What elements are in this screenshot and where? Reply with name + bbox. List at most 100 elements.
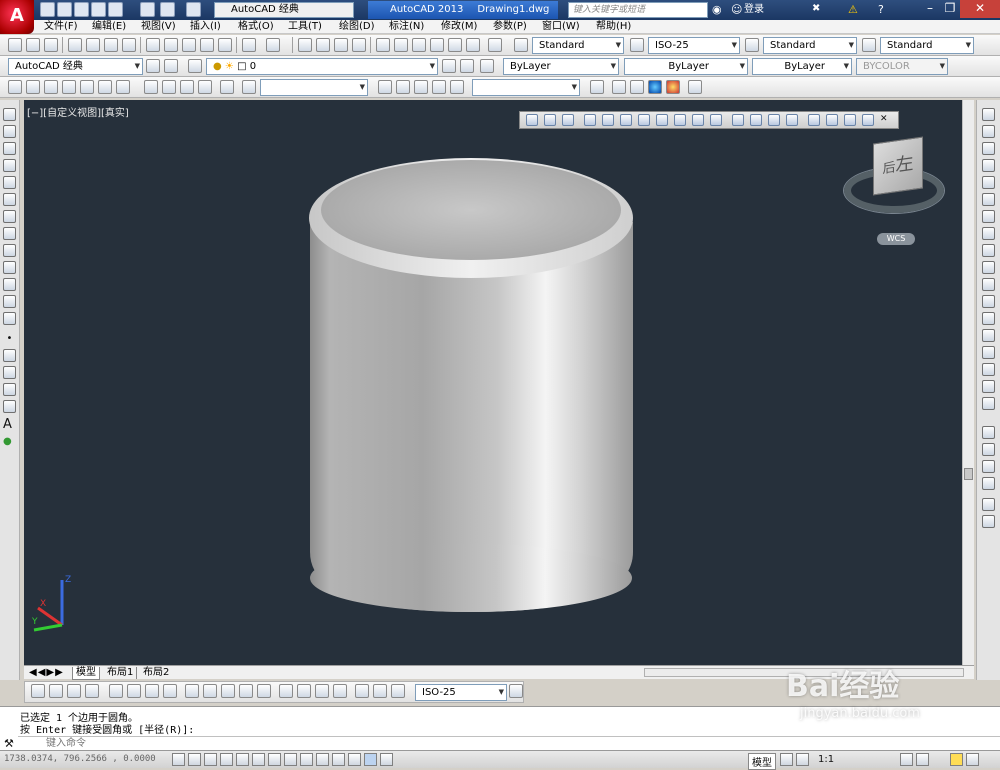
circle-icon[interactable] <box>3 210 16 223</box>
jogged-linear-icon[interactable] <box>333 684 347 698</box>
dim-style-icon[interactable] <box>630 38 644 52</box>
draworder-under-icon[interactable] <box>982 477 995 490</box>
hidden-icon[interactable] <box>612 80 626 94</box>
save-icon[interactable] <box>74 2 89 17</box>
open-icon[interactable] <box>57 2 72 17</box>
text-style-dropdown[interactable]: Standard <box>532 37 624 54</box>
menu-help[interactable]: 帮助(H) <box>596 21 631 33</box>
draworder-back-icon[interactable] <box>982 443 995 456</box>
color-dropdown[interactable]: ByLayer <box>503 58 619 75</box>
menu-format[interactable]: 格式(O) <box>238 21 274 33</box>
polygon-icon[interactable] <box>3 159 16 172</box>
se-iso-icon[interactable] <box>162 80 176 94</box>
orbit-icon[interactable] <box>414 80 428 94</box>
ne-iso-icon[interactable] <box>180 80 194 94</box>
zoom-lens-icon[interactable] <box>396 80 410 94</box>
blend-icon[interactable] <box>982 380 995 393</box>
multiline-text-icon[interactable]: A <box>3 418 16 431</box>
zoom-realtime-icon[interactable] <box>316 38 330 52</box>
walk-icon[interactable] <box>450 80 464 94</box>
break-at-point-icon[interactable] <box>982 295 995 308</box>
design-center-icon[interactable] <box>394 38 408 52</box>
new-icon[interactable] <box>8 38 22 52</box>
array-icon[interactable] <box>982 176 995 189</box>
linetype-dropdown[interactable]: ByLayer <box>624 58 748 75</box>
tab-model[interactable]: 模型 <box>72 667 100 680</box>
dim-style-manager-icon[interactable] <box>509 684 523 698</box>
coordinate-readout[interactable]: 1738.0374, 796.2566 , 0.0000 <box>4 754 156 764</box>
table-style-icon[interactable] <box>745 38 759 52</box>
revcloud-icon[interactable] <box>3 227 16 240</box>
minimize-icon[interactable]: – <box>920 0 940 18</box>
move-icon[interactable] <box>982 193 995 206</box>
menu-edit[interactable]: 编辑(E) <box>92 21 126 33</box>
wrench-icon[interactable]: ⚒ <box>4 737 14 750</box>
menu-draw[interactable]: 绘图(D) <box>339 21 375 33</box>
construction-line-icon[interactable] <box>3 125 16 138</box>
realistic-icon[interactable] <box>648 80 662 94</box>
continue-dim-icon[interactable] <box>221 684 235 698</box>
layer-dropdown[interactable]: ● ☀ □ 0 <box>206 58 438 75</box>
spline-icon[interactable] <box>3 244 16 257</box>
lineweight-dropdown[interactable]: ByLayer <box>752 58 852 75</box>
osnap-icon[interactable] <box>252 753 265 766</box>
grid-icon[interactable] <box>204 753 217 766</box>
linear-dim-icon[interactable] <box>31 684 45 698</box>
dim-edit-icon[interactable] <box>355 684 369 698</box>
clean-screen-icon[interactable] <box>966 753 979 766</box>
paste-icon[interactable] <box>182 38 196 52</box>
menu-parametric[interactable]: 参数(P) <box>493 21 527 33</box>
menu-insert[interactable]: 插入(I) <box>190 21 221 33</box>
explode-icon[interactable] <box>982 397 995 410</box>
annotation-scale[interactable]: 1:1 <box>818 754 834 765</box>
application-menu-button[interactable]: A <box>0 0 34 34</box>
named-views-icon[interactable] <box>8 80 22 94</box>
plotstyle-dropdown[interactable]: BYCOLOR <box>856 58 948 75</box>
binoculars-icon[interactable]: ◉ <box>712 3 725 16</box>
menu-file[interactable]: 文件(F) <box>44 21 78 33</box>
extend-icon[interactable] <box>982 278 995 291</box>
steering-icon[interactable] <box>432 80 446 94</box>
view-dropdown[interactable] <box>260 79 368 96</box>
break-icon[interactable] <box>982 312 995 325</box>
menu-window[interactable]: 窗口(W) <box>542 21 580 33</box>
jogged-dim-icon[interactable] <box>127 684 141 698</box>
quickcalc-icon[interactable] <box>466 38 480 52</box>
workspace-dropdown[interactable]: AutoCAD 经典 <box>214 2 354 18</box>
block-editor-icon[interactable] <box>218 38 232 52</box>
table-style-dropdown[interactable]: Standard <box>763 37 857 54</box>
back-view-icon[interactable] <box>116 80 130 94</box>
print-icon[interactable] <box>140 2 155 17</box>
make-current-icon[interactable] <box>442 59 456 73</box>
fillet-icon[interactable] <box>982 363 995 376</box>
workspace-save-icon[interactable] <box>164 59 178 73</box>
viewcube[interactable]: 后左 <box>873 136 923 196</box>
dyn-icon[interactable] <box>316 753 329 766</box>
restore-icon[interactable]: ❐ <box>940 0 960 18</box>
cut-icon[interactable] <box>146 38 160 52</box>
polar-icon[interactable] <box>236 753 249 766</box>
join-icon[interactable] <box>982 329 995 342</box>
zoom-previous-icon[interactable] <box>352 38 366 52</box>
properties-icon[interactable] <box>376 38 390 52</box>
tab-nav-arrows[interactable]: ◀◀▶▶ <box>26 667 67 679</box>
scale-icon[interactable] <box>982 227 995 240</box>
dim-style-dropdown[interactable]: ISO-25 <box>415 684 507 701</box>
point-icon[interactable]: • <box>3 332 16 345</box>
3d-print-icon[interactable] <box>122 38 136 52</box>
pan-hand-icon[interactable] <box>378 80 392 94</box>
dim-update-icon[interactable] <box>391 684 405 698</box>
markup-icon[interactable] <box>448 38 462 52</box>
dim-style-dropdown[interactable]: ISO-25 <box>648 37 740 54</box>
vertical-scrollbar[interactable] <box>962 100 974 665</box>
viewcube-left-face[interactable]: 左 <box>896 153 914 177</box>
3d-osnap-icon[interactable] <box>268 753 281 766</box>
hatch-icon[interactable] <box>3 349 16 362</box>
zoom-icon[interactable] <box>242 80 256 94</box>
cylinder-model[interactable] <box>24 100 974 665</box>
help-icon[interactable]: ? <box>878 3 891 16</box>
wireframe-icon[interactable] <box>590 80 604 94</box>
mirror-icon[interactable] <box>982 142 995 155</box>
erase-icon[interactable] <box>982 108 995 121</box>
ordinate-dim-icon[interactable] <box>85 684 99 698</box>
